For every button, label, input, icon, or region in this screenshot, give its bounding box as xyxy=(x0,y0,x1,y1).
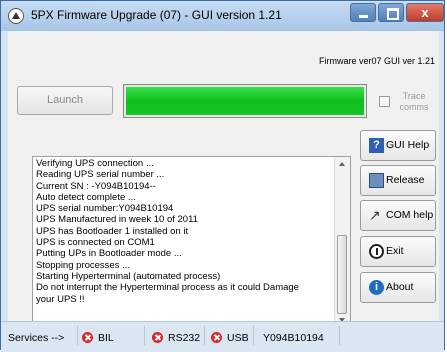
log-line: Starting Hyperterminal (automated proces… xyxy=(36,270,221,282)
title-bar[interactable]: 5PX Firmware Upgrade (07) - GUI version … xyxy=(1,1,444,31)
com-help-label: COM help xyxy=(386,209,434,221)
app-window: 5PX Firmware Upgrade (07) - GUI version … xyxy=(0,0,445,352)
rs232-error-icon xyxy=(152,332,163,343)
status-segment-rs232: RS232 xyxy=(145,326,205,345)
window-title: 5PX Firmware Upgrade (07) - GUI version … xyxy=(31,8,282,22)
log-line: Current SN : -Y094B10194-- xyxy=(36,180,156,192)
log-line: Do not interrupt the Hyperterminal proce… xyxy=(36,282,299,294)
launch-button[interactable]: Launch xyxy=(17,86,113,115)
log-line: Stopping processes ... xyxy=(36,259,130,271)
power-icon xyxy=(369,244,384,259)
gui-help-label: GUI Help xyxy=(386,139,430,151)
progress-fill xyxy=(126,87,364,115)
com-help-button[interactable]: ↗ COM help xyxy=(360,200,436,231)
status-segment-services: Services --> xyxy=(1,326,78,345)
exit-button[interactable]: Exit xyxy=(360,236,436,267)
log-lines: Verifying UPS connection ... Reading UPS … xyxy=(36,158,299,305)
close-icon: x xyxy=(421,5,429,20)
gui-help-button[interactable]: ? GUI Help xyxy=(360,130,436,161)
log-line: UPS Manufactured in week 10 of 2011 xyxy=(36,214,198,226)
status-bar: Services --> BIL RS232 USB Y094B10194 xyxy=(1,321,444,352)
main-panel: Firmware ver07 GUI ver 1.21 Launch Trace… xyxy=(8,31,439,344)
bil-label: BIL xyxy=(98,332,114,344)
release-icon xyxy=(369,173,384,188)
info-icon: i xyxy=(369,280,384,295)
log-line: UPS is connected on COM1 xyxy=(36,237,155,249)
status-segment-serial: Y094B10194 xyxy=(254,326,340,345)
exit-label: Exit xyxy=(386,245,404,257)
status-segment-usb: USB xyxy=(205,326,254,345)
usb-error-icon xyxy=(211,332,222,343)
log-output[interactable]: Verifying UPS connection ... Reading UPS … xyxy=(32,156,351,328)
log-line: Auto detect complete ... xyxy=(36,191,136,203)
scroll-thumb[interactable] xyxy=(337,235,347,314)
firmware-info-label: Firmware ver07 GUI ver 1.21 xyxy=(318,56,435,66)
cable-plug-icon: ↗ xyxy=(369,207,381,223)
log-scrollbar[interactable] xyxy=(334,157,350,327)
progress-bar xyxy=(123,84,367,118)
serial-number-label: Y094B10194 xyxy=(263,332,324,344)
scroll-up-arrow-icon[interactable] xyxy=(339,162,345,166)
release-label: Release xyxy=(386,174,425,186)
help-book-icon: ? xyxy=(369,138,384,153)
log-line: UPS has Bootloader 1 installed on it xyxy=(36,225,189,237)
app-logo-icon xyxy=(8,8,24,24)
status-segment-bil: BIL xyxy=(78,326,145,345)
log-line: Putting UPs in Bootloader mode ... xyxy=(36,248,182,260)
minimize-button[interactable] xyxy=(350,3,376,22)
trace-comms-checkbox[interactable] xyxy=(379,96,390,107)
log-line: Verifying UPS connection ... xyxy=(36,158,154,169)
maximize-button[interactable] xyxy=(378,3,404,22)
usb-label: USB xyxy=(227,332,249,344)
bil-error-icon xyxy=(82,332,93,343)
release-button[interactable]: Release xyxy=(360,165,436,196)
log-line: UPS serial number:Y094B10194 xyxy=(36,203,174,215)
about-button[interactable]: i About xyxy=(360,272,436,303)
log-line: Reading UPS serial number ... xyxy=(36,169,165,181)
trace-comms-label: Trace comms xyxy=(399,91,429,112)
services-label: Services --> xyxy=(8,332,65,344)
log-line: your UPS !! xyxy=(36,293,85,305)
about-label: About xyxy=(386,281,414,293)
rs232-label: RS232 xyxy=(168,332,201,344)
close-button[interactable]: x xyxy=(406,3,444,22)
